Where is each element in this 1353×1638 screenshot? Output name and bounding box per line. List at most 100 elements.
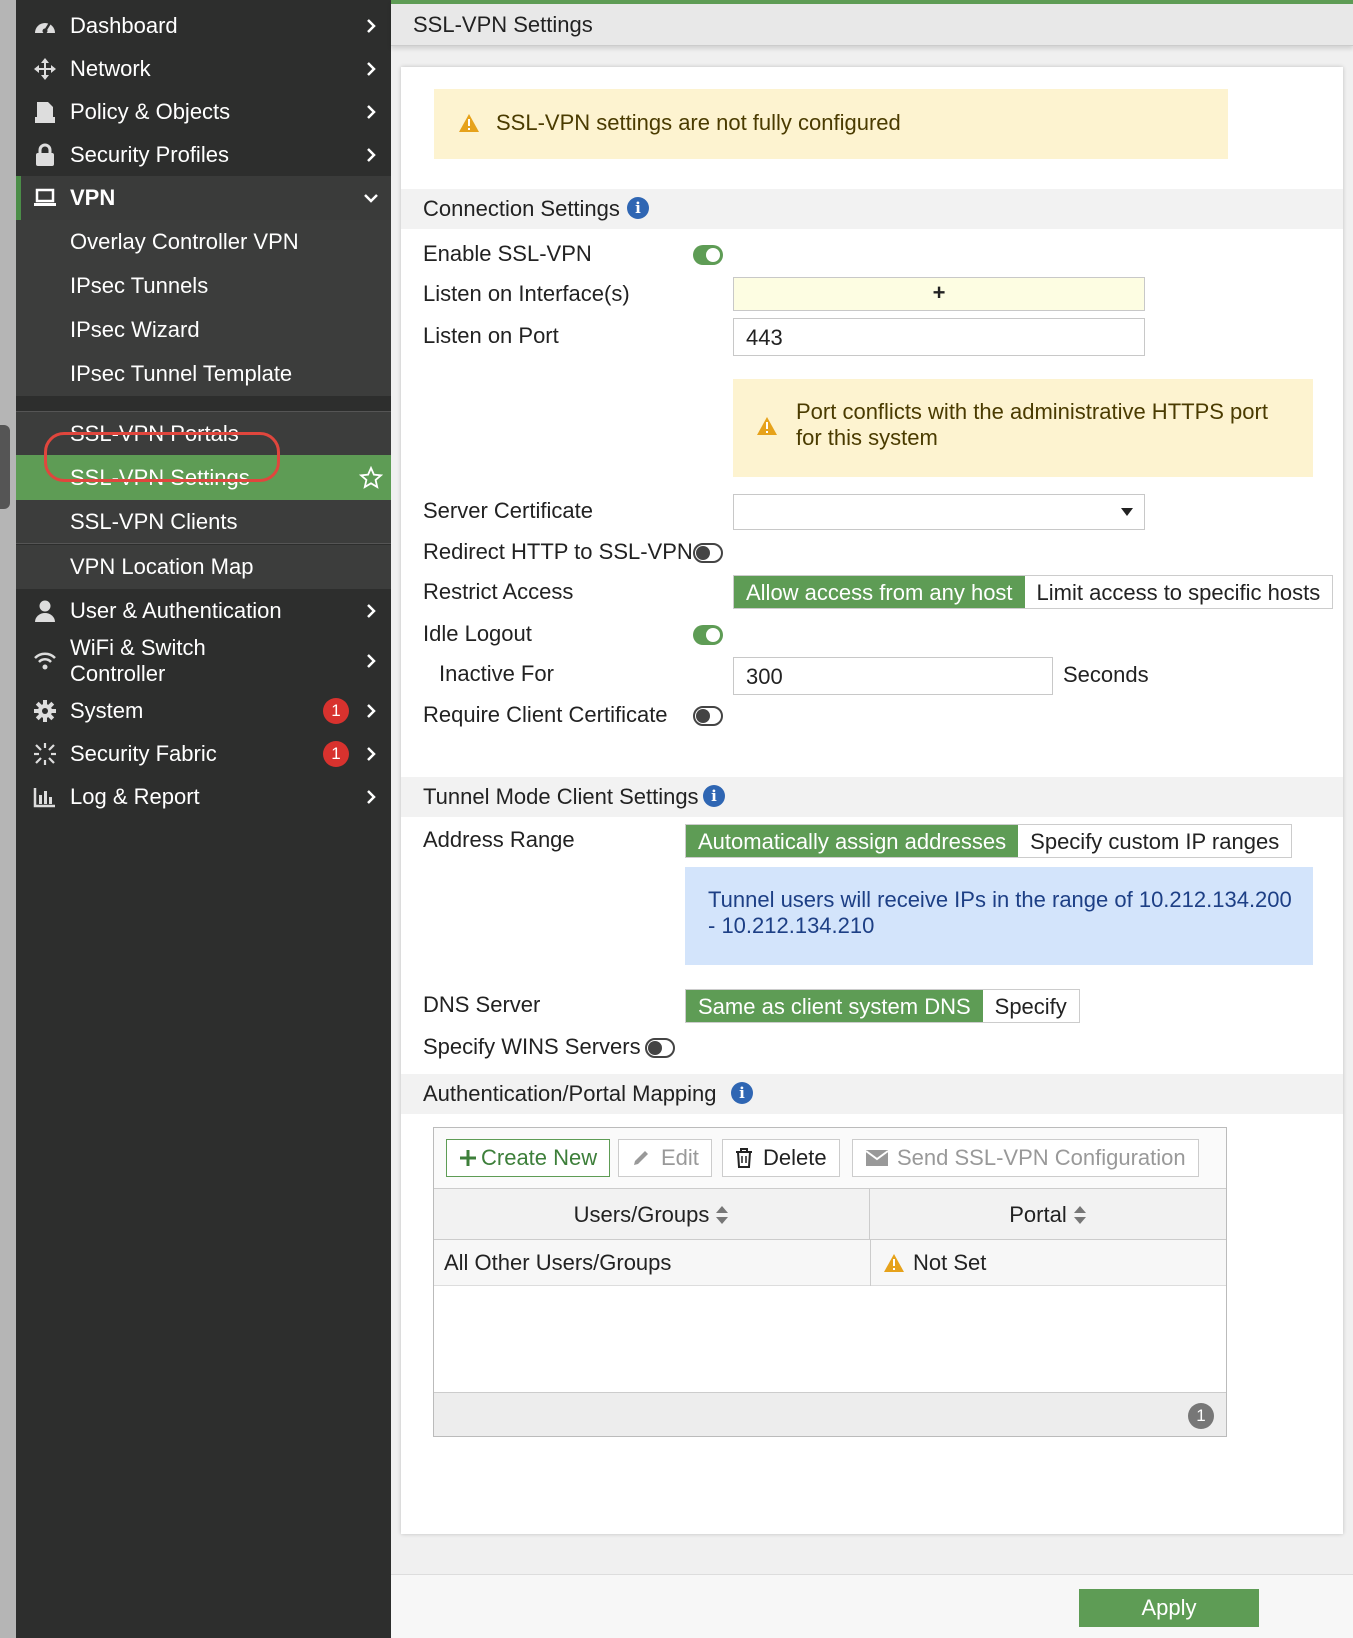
inactive-for-input[interactable]: 300 (733, 657, 1053, 695)
page-header: SSL-VPN Settings (391, 0, 1353, 46)
nav-label: Overlay Controller VPN (70, 229, 299, 254)
sidebar-item-overlay-controller-vpn[interactable]: Overlay Controller VPN (16, 220, 391, 264)
add-icon[interactable]: + (933, 280, 946, 305)
laptop-icon (32, 185, 58, 211)
ip-range-info-box: Tunnel users will receive IPs in the ran… (685, 867, 1313, 965)
user-icon (32, 598, 58, 624)
wins-servers-toggle[interactable] (645, 1038, 675, 1058)
sidebar-item-ssl-vpn-clients[interactable]: SSL-VPN Clients (16, 500, 391, 544)
server-certificate-select[interactable] (733, 494, 1145, 530)
wifi-icon (32, 648, 58, 674)
column-header-users-groups[interactable]: Users/Groups (434, 1189, 870, 1241)
nav-dashboard[interactable]: Dashboard (16, 4, 391, 48)
seconds-unit: Seconds (1063, 662, 1149, 687)
chevron-right-icon (362, 788, 380, 806)
network-icon (32, 56, 58, 82)
nav-label: IPsec Wizard (70, 317, 200, 342)
config-warning-banner: SSL-VPN settings are not fully configure… (434, 89, 1228, 159)
listen-interface-field[interactable]: + (733, 277, 1145, 311)
idle-logout-label: Idle Logout (423, 621, 532, 646)
column-label: Portal (1009, 1202, 1067, 1227)
info-icon[interactable]: i (627, 197, 649, 219)
star-icon[interactable] (358, 465, 384, 491)
enable-ssl-vpn-toggle[interactable] (693, 245, 723, 265)
section-title: Connection Settings (423, 196, 620, 221)
same-as-client-dns-option[interactable]: Same as client system DNS (686, 990, 983, 1022)
nav-security-profiles[interactable]: Security Profiles (16, 133, 391, 177)
edit-button[interactable]: Edit (618, 1139, 712, 1177)
inactive-for-label: Inactive For (439, 661, 554, 686)
create-new-button[interactable]: Create New (446, 1139, 611, 1177)
chart-icon (32, 784, 58, 810)
nav-wifi-switch-controller[interactable]: WiFi & Switch Controller (16, 633, 391, 689)
auth-portal-mapping-header: Authentication/Portal Mapping i (401, 1074, 1343, 1114)
pencil-icon (634, 1151, 648, 1165)
idle-logout-toggle[interactable] (693, 625, 723, 645)
page-title: SSL-VPN Settings (413, 12, 593, 37)
policy-icon (32, 99, 58, 125)
port-warning-text: Port conflicts with the administrative H… (796, 399, 1268, 450)
send-config-button[interactable]: Send SSL-VPN Configuration (852, 1139, 1199, 1177)
collapse-handle[interactable] (0, 425, 10, 509)
dashboard-icon (32, 13, 58, 39)
nav-label: System (70, 698, 144, 723)
table-row[interactable]: All Other Users/Groups Not Set (434, 1240, 1226, 1286)
chevron-right-icon (362, 602, 380, 620)
allow-any-host-option[interactable]: Allow access from any host (734, 576, 1025, 608)
nav-network[interactable]: Network (16, 47, 391, 91)
chevron-right-icon (362, 146, 380, 164)
info-icon[interactable]: i (731, 1082, 753, 1104)
notification-badge: 1 (323, 698, 349, 724)
ip-range-info-text: Tunnel users will receive IPs in the ran… (708, 887, 1292, 938)
nav-security-fabric[interactable]: Security Fabric 1 (16, 732, 391, 776)
trash-icon (736, 1148, 752, 1168)
redirect-http-label: Redirect HTTP to SSL-VPN (423, 539, 693, 564)
port-conflict-warning: Port conflicts with the administrative H… (733, 379, 1313, 477)
warning-icon (757, 417, 777, 435)
fabric-icon (32, 741, 58, 767)
specify-dns-option[interactable]: Specify (982, 990, 1079, 1022)
nav-label-line2: Controller (70, 661, 166, 686)
delete-button[interactable]: Delete (722, 1139, 840, 1177)
column-label: Users/Groups (573, 1202, 710, 1227)
connection-settings-header: Connection Settings i (401, 189, 1343, 229)
chevron-down-icon (362, 189, 380, 207)
column-header-portal[interactable]: Portal (870, 1189, 1226, 1241)
listen-interface-label: Listen on Interface(s) (423, 281, 630, 306)
redirect-http-toggle[interactable] (693, 543, 723, 563)
nav-label-line1: WiFi & Switch (70, 635, 206, 660)
section-title: Authentication/Portal Mapping (423, 1081, 717, 1106)
caret-down-icon (1121, 508, 1133, 516)
users-groups-cell: All Other Users/Groups (444, 1250, 672, 1275)
send-config-label: Send SSL-VPN Configuration (897, 1145, 1186, 1170)
portal-value: Not Set (913, 1250, 987, 1275)
info-icon[interactable]: i (703, 785, 725, 807)
chevron-right-icon (362, 702, 380, 720)
table-footer: 1 (434, 1392, 1226, 1436)
listen-port-input[interactable]: 443 (733, 318, 1145, 356)
dns-server-segmented: Same as client system DNS Specify (685, 989, 1080, 1023)
chevron-right-icon (362, 103, 380, 121)
auto-assign-option[interactable]: Automatically assign addresses (686, 825, 1019, 857)
table-header-row: Users/Groups Portal (434, 1188, 1226, 1241)
nav-system[interactable]: System 1 (16, 689, 391, 733)
server-certificate-label: Server Certificate (423, 498, 593, 523)
nav-vpn[interactable]: VPN (16, 176, 391, 220)
sidebar-item-ipsec-wizard[interactable]: IPsec Wizard (16, 308, 391, 352)
nav-label: SSL-VPN Clients (70, 508, 238, 534)
sidebar-item-ipsec-tunnel-template[interactable]: IPsec Tunnel Template (16, 352, 391, 396)
nav-user-authentication[interactable]: User & Authentication (16, 589, 391, 633)
client-certificate-toggle[interactable] (693, 706, 723, 726)
limit-specific-hosts-option[interactable]: Limit access to specific hosts (1024, 576, 1333, 608)
apply-button[interactable]: Apply (1079, 1589, 1259, 1627)
dns-server-label: DNS Server (423, 992, 541, 1017)
nav-log-report[interactable]: Log & Report (16, 775, 391, 819)
sidebar-item-ipsec-tunnels[interactable]: IPsec Tunnels (16, 264, 391, 308)
nav-label: IPsec Tunnels (70, 273, 209, 298)
nav-policy-objects[interactable]: Policy & Objects (16, 90, 391, 134)
chevron-right-icon (362, 652, 380, 670)
enable-ssl-vpn-label: Enable SSL-VPN (423, 241, 592, 266)
window-edge (0, 0, 16, 1638)
custom-ip-ranges-option[interactable]: Specify custom IP ranges (1018, 825, 1292, 857)
sidebar-item-vpn-location-map[interactable]: VPN Location Map (16, 545, 391, 589)
